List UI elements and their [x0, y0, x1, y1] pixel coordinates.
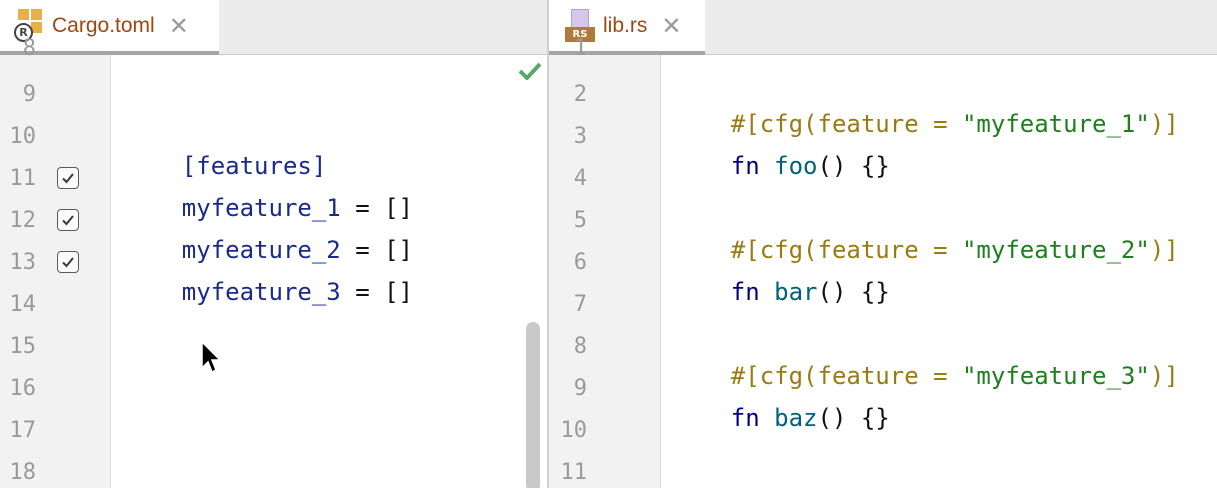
line-number: 16: [9, 376, 37, 401]
close-tab-icon[interactable]: ✕: [169, 14, 189, 38]
function-name: bar: [774, 278, 818, 306]
checked-checkbox-icon[interactable]: [57, 209, 79, 231]
line-number: 1: [573, 36, 587, 61]
line-number: 14: [9, 292, 37, 317]
cargo-toml-editor-pane[interactable]: R Cargo.toml ✕ 8 9 10 11 12 13 14 15 16 …: [0, 0, 547, 488]
line-number: 11: [560, 460, 588, 485]
line-number: 7: [573, 292, 587, 317]
line-number: 13: [9, 250, 37, 275]
checked-checkbox-icon[interactable]: [57, 251, 79, 273]
line-number: 8: [573, 334, 587, 359]
code-line[interactable]: fn bar() {}: [673, 247, 890, 337]
feature-key: myfeature_3: [181, 278, 341, 306]
feature-string: "myfeature_3": [961, 362, 1150, 390]
left-gutter: 8 9 10 11 12 13 14 15 16 17 18: [0, 36, 111, 488]
close-tab-icon[interactable]: ✕: [661, 14, 681, 38]
line-number: 8: [22, 36, 36, 61]
line-number: 10: [9, 124, 37, 149]
function-name: foo: [774, 152, 818, 180]
checkmark-icon: [518, 62, 542, 84]
cfg-attribute-close: )]: [1149, 110, 1179, 138]
line-number: 12: [9, 208, 37, 233]
cfg-attribute-close: )]: [1149, 236, 1179, 264]
line-number: 9: [22, 82, 36, 107]
line-number: 15: [9, 334, 37, 359]
lib-rs-editor-pane[interactable]: RS lib.rs ✕ 1 2 3 4 5 6 7 8 9 10 11 #[cf…: [549, 0, 1217, 488]
function-body: () {}: [817, 152, 890, 180]
function-body: () {}: [817, 404, 890, 432]
cfg-attribute-close: )]: [1149, 362, 1179, 390]
line-number: 10: [560, 418, 588, 443]
line-number: 5: [573, 208, 587, 233]
line-number: 11: [9, 166, 37, 191]
checked-checkbox-icon[interactable]: [57, 167, 79, 189]
fn-keyword: fn: [730, 278, 760, 306]
vertical-scrollbar[interactable]: [526, 322, 540, 488]
line-number: 4: [573, 166, 587, 191]
line-number: 3: [573, 124, 587, 149]
code-line[interactable]: fn foo() {}: [673, 121, 890, 211]
right-gutter: 1 2 3 4 5 6 7 8 9 10 11: [549, 36, 661, 488]
line-number: 18: [9, 460, 37, 485]
fn-keyword: fn: [730, 152, 760, 180]
tab-label: Cargo.toml: [52, 13, 155, 37]
feature-string: "myfeature_2": [961, 236, 1150, 264]
fn-keyword: fn: [730, 404, 760, 432]
function-name: baz: [774, 404, 818, 432]
code-line[interactable]: myfeature_3 = []: [124, 247, 413, 337]
line-number: 17: [9, 418, 37, 443]
line-number: 2: [573, 82, 587, 107]
function-body: () {}: [817, 278, 890, 306]
line-number: 6: [573, 250, 587, 275]
right-tab-bar: RS lib.rs ✕: [549, 0, 1217, 55]
left-tab-bar: R Cargo.toml ✕: [0, 0, 547, 55]
line-number: 9: [573, 376, 587, 401]
feature-string: "myfeature_1": [961, 110, 1150, 138]
equals-sign: =: [340, 278, 385, 306]
tab-label: lib.rs: [603, 13, 648, 37]
feature-value: []: [384, 278, 414, 306]
code-line[interactable]: fn baz() {}: [673, 373, 890, 463]
mouse-cursor-icon: [200, 340, 222, 380]
